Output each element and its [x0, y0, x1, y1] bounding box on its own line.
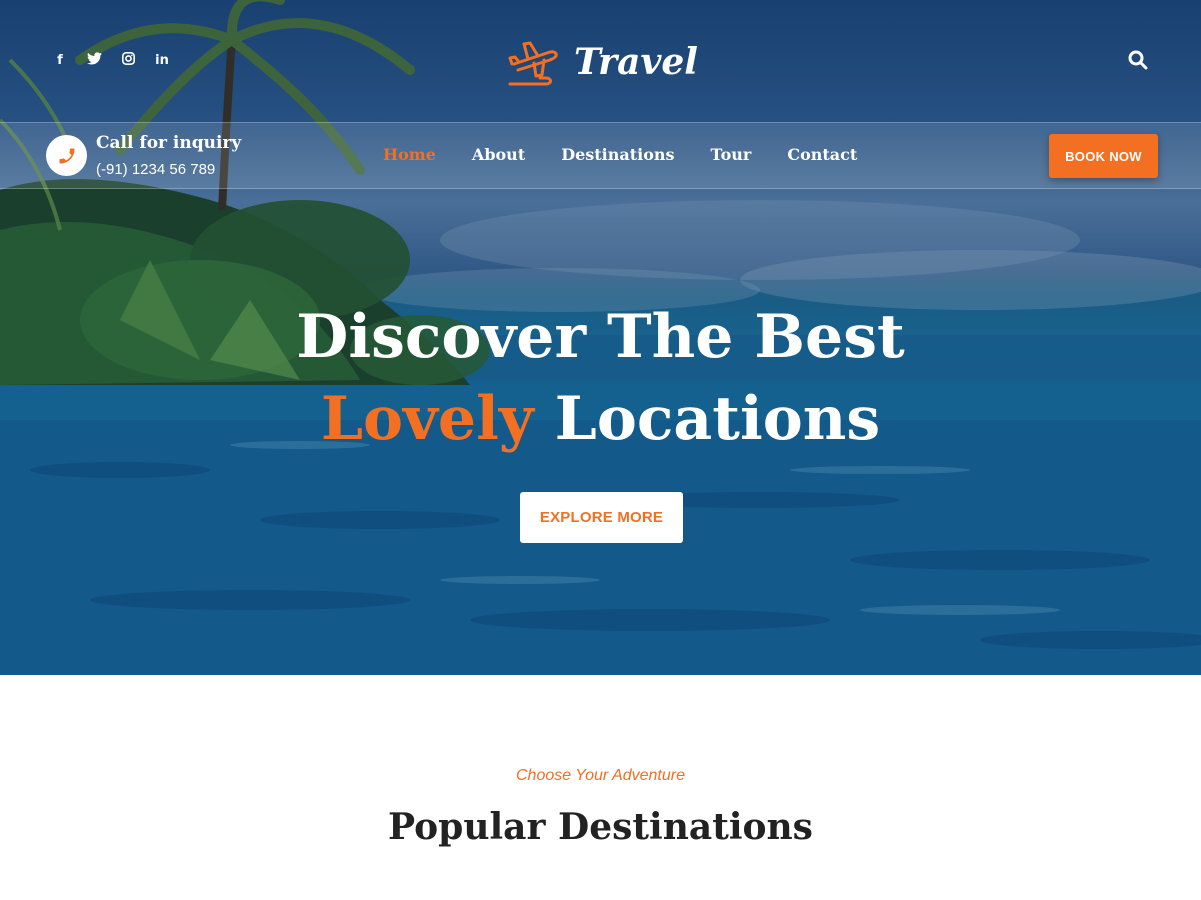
logo-text: Travel [574, 41, 698, 83]
nav-menu: Home About Destinations Tour Contact [383, 145, 893, 164]
facebook-icon[interactable]: f [52, 53, 68, 68]
headline-accent: Lovely [320, 384, 534, 454]
main-navbar: Call for inquiry (-91) 1234 56 789 Home … [0, 122, 1201, 189]
nav-item-destinations[interactable]: Destinations [561, 145, 674, 164]
site-logo[interactable]: Travel [506, 34, 698, 90]
hero-headline: Discover The Best Lovely Locations [0, 296, 1201, 460]
nav-item-tour[interactable]: Tour [711, 145, 752, 164]
instagram-icon[interactable] [120, 52, 136, 69]
linkedin-icon[interactable]: in [154, 53, 170, 68]
inquiry-title: Call for inquiry [96, 133, 242, 153]
social-links: f in [52, 52, 170, 69]
phone-icon [46, 135, 87, 176]
section-subtitle: Choose Your Adventure [515, 767, 685, 784]
explore-more-button[interactable]: EXPLORE MORE [520, 492, 683, 543]
nav-item-contact[interactable]: Contact [787, 145, 857, 164]
nav-item-about[interactable]: About [472, 145, 525, 164]
nav-item-home[interactable]: Home [383, 145, 436, 164]
book-now-button[interactable]: BOOK NOW [1049, 134, 1158, 178]
section-title: Popular Destinations [388, 806, 813, 848]
headline-line-1: Discover The Best [296, 302, 905, 372]
headline-line-2: Locations [554, 384, 881, 454]
search-icon[interactable] [1128, 50, 1148, 75]
airplane-icon [508, 41, 558, 86]
twitter-icon[interactable] [86, 52, 102, 69]
inquiry-phone[interactable]: (-91) 1234 56 789 [96, 161, 215, 178]
